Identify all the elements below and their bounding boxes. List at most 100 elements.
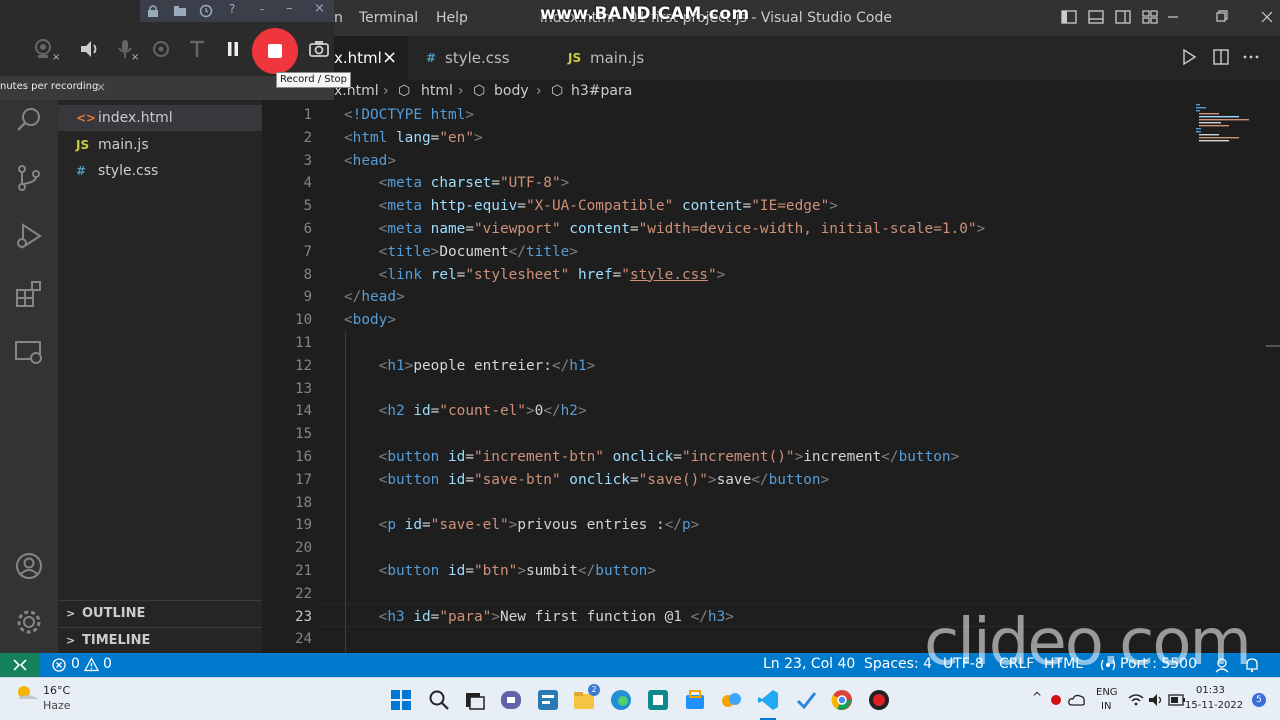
- code-line[interactable]: <meta charset="UTF-8">: [344, 172, 570, 195]
- recording-indicator-icon[interactable]: [1050, 694, 1062, 706]
- code-line[interactable]: <meta http-equiv="X-UA-Compatible" conte…: [344, 195, 838, 218]
- search-icon[interactable]: [13, 104, 45, 136]
- close-notice-icon[interactable]: ×: [96, 76, 106, 98]
- language-indicator[interactable]: ENG: [1096, 687, 1118, 698]
- clock-icon[interactable]: [199, 4, 213, 18]
- tab-main-js[interactable]: JS main.js: [550, 36, 692, 80]
- code-line[interactable]: <meta name="viewport" content="width=dev…: [344, 218, 986, 241]
- remote-explorer-icon[interactable]: [13, 336, 45, 368]
- extensions-icon[interactable]: [13, 278, 45, 310]
- notification-count-badge[interactable]: 5: [1252, 693, 1266, 707]
- run-debug-icon[interactable]: [13, 220, 45, 252]
- code-line[interactable]: <!DOCTYPE html>: [344, 104, 474, 127]
- weather-haze-icon[interactable]: [14, 683, 40, 703]
- speaker-icon[interactable]: [76, 36, 102, 62]
- breadcrumb-body[interactable]: body: [494, 83, 529, 99]
- warning-count[interactable]: 0: [103, 656, 112, 672]
- code-line[interactable]: <button id="btn">sumbit</button>: [344, 560, 656, 583]
- code-line[interactable]: <link rel="stylesheet" href="style.css">: [344, 264, 726, 287]
- close-tab-icon[interactable]: ×: [382, 36, 397, 80]
- outline-section[interactable]: > OUTLINE: [58, 600, 262, 626]
- restore-icon[interactable]: [1212, 8, 1230, 26]
- region-indicator[interactable]: IN: [1101, 701, 1111, 712]
- menu-help[interactable]: Help: [436, 10, 468, 26]
- minimap[interactable]: [1196, 104, 1256, 144]
- tab-style-css[interactable]: # style.css: [408, 36, 550, 80]
- cloud-icon[interactable]: [1068, 693, 1086, 707]
- task-view-icon[interactable]: [464, 689, 486, 711]
- battery-icon[interactable]: [1168, 694, 1186, 706]
- screenshot-camera-icon[interactable]: [306, 36, 332, 62]
- gear-icon[interactable]: [13, 606, 45, 638]
- bandicam-icon[interactable]: [868, 689, 890, 711]
- clock-date[interactable]: 15-11-2022: [1185, 700, 1243, 711]
- app-icon[interactable]: [647, 689, 669, 711]
- app-checklist-icon[interactable]: [795, 689, 817, 711]
- photos-icon[interactable]: [720, 689, 742, 711]
- split-editor-icon[interactable]: [1212, 48, 1230, 66]
- customize-layout-icon[interactable]: [1141, 8, 1159, 26]
- teams-chat-icon[interactable]: [500, 689, 522, 711]
- folder-icon[interactable]: [173, 4, 187, 18]
- taskbar-search-icon[interactable]: [428, 689, 450, 711]
- edge-icon[interactable]: [610, 689, 632, 711]
- store-icon[interactable]: [684, 689, 706, 711]
- widgets-icon[interactable]: [537, 689, 559, 711]
- code-line[interactable]: <title>Document</title>: [344, 241, 578, 264]
- breadcrumb-h3-para[interactable]: h3#para: [571, 83, 632, 99]
- close-window-icon[interactable]: [1258, 8, 1276, 26]
- code-line[interactable]: <h3 id="para">New first function @1 </h3…: [344, 606, 734, 629]
- toggle-secondary-sidebar-icon[interactable]: [1114, 8, 1132, 26]
- code-line[interactable]: <p id="save-el">privous entries :</p>: [344, 514, 700, 537]
- timeline-section[interactable]: > TIMELINE: [58, 627, 262, 653]
- source-control-icon[interactable]: [13, 162, 45, 194]
- error-icon[interactable]: [52, 658, 66, 672]
- chrome-icon[interactable]: [831, 689, 853, 711]
- menu-item-partial[interactable]: n: [334, 10, 343, 26]
- windows-start-icon[interactable]: [390, 689, 412, 711]
- code-line[interactable]: <head>: [344, 150, 396, 173]
- toggle-panel-icon[interactable]: [1087, 8, 1105, 26]
- code-line[interactable]: <h1>people entreier:</h1>: [344, 355, 596, 378]
- warning-icon[interactable]: [84, 657, 99, 672]
- weather-desc[interactable]: Haze: [43, 699, 71, 712]
- minimize-icon[interactable]: [1164, 8, 1182, 26]
- code-line[interactable]: <html lang="en">: [344, 127, 483, 150]
- collapse-icon[interactable]: -: [260, 2, 264, 16]
- minimize-icon[interactable]: –: [286, 1, 293, 16]
- cursor-position[interactable]: Ln 23, Col 40: [763, 656, 855, 672]
- menu-terminal[interactable]: Terminal: [359, 10, 418, 26]
- weather-temp[interactable]: 16°C: [43, 684, 70, 697]
- code-line[interactable]: <button id="save-btn" onclick="save()">s…: [344, 469, 830, 492]
- remote-indicator[interactable]: [0, 653, 40, 677]
- volume-icon[interactable]: [1148, 693, 1164, 707]
- show-hidden-icons-icon[interactable]: ^: [1032, 690, 1042, 704]
- explorer-file-main-js[interactable]: JS main.js: [58, 132, 262, 158]
- explorer-file-style-css[interactable]: # style.css: [58, 158, 262, 184]
- help-icon[interactable]: ?: [229, 2, 235, 16]
- cursor-effect-icon[interactable]: [148, 36, 174, 62]
- pause-icon[interactable]: [220, 36, 246, 62]
- wifi-icon[interactable]: [1128, 693, 1144, 707]
- more-actions-icon[interactable]: [1242, 48, 1260, 66]
- account-icon[interactable]: [13, 550, 45, 582]
- toggle-sidebar-icon[interactable]: [1060, 8, 1078, 26]
- error-count[interactable]: 0: [71, 656, 80, 672]
- code-line[interactable]: <body>: [344, 309, 396, 332]
- code-editor[interactable]: 1 <!DOCTYPE html> 2 <html lang="en"> 3 <head>…: [262, 104, 1280, 653]
- code-line[interactable]: <button id="increment-btn" onclick="incr…: [344, 446, 960, 469]
- code-line[interactable]: </head>: [344, 286, 405, 309]
- explorer-file-index-html[interactable]: <> index.html: [58, 105, 262, 131]
- text-overlay-icon[interactable]: [184, 36, 210, 62]
- code-line[interactable]: <h2 id="count-el">0</h2>: [344, 400, 587, 423]
- run-icon[interactable]: [1180, 48, 1198, 66]
- record-stop-button[interactable]: [252, 28, 298, 74]
- close-icon[interactable]: ×: [314, 1, 325, 16]
- vscode-icon[interactable]: [757, 689, 779, 711]
- clock-time[interactable]: 01:33: [1196, 685, 1225, 696]
- indentation[interactable]: Spaces: 4: [864, 656, 932, 672]
- lock-icon[interactable]: [146, 4, 160, 18]
- breadcrumb-html[interactable]: html: [421, 83, 453, 99]
- editor-scrollbar[interactable]: [1266, 104, 1280, 653]
